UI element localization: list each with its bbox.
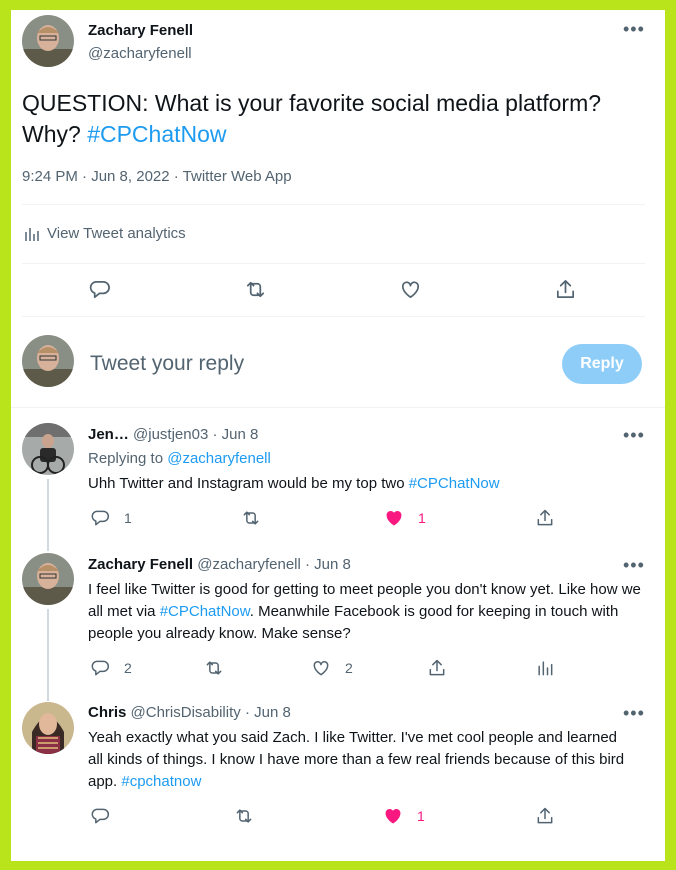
share-button[interactable]	[554, 278, 577, 301]
more-options-icon[interactable]: •••	[623, 556, 645, 574]
like-count: 1	[417, 808, 425, 824]
retweet-icon	[206, 661, 222, 675]
heart-icon	[401, 281, 420, 299]
retweet-icon	[243, 511, 259, 525]
reply-text: Yeah exactly what you said Zach. I like …	[88, 727, 628, 793]
reply-count: 2	[124, 660, 132, 676]
avatar[interactable]	[22, 423, 74, 475]
retweet-icon	[236, 809, 252, 823]
share-icon	[556, 280, 575, 299]
heart-filled-icon	[385, 808, 401, 824]
like-button[interactable]: 1	[383, 806, 425, 826]
reply-date[interactable]: · Jun 8	[245, 704, 291, 721]
author-handle[interactable]: @zacharyfenell	[88, 45, 192, 62]
retweet-button[interactable]	[234, 806, 254, 826]
analytics-label: View Tweet analytics	[47, 225, 186, 242]
reply-date[interactable]: · Jun 8	[212, 426, 258, 443]
avatar[interactable]	[22, 335, 74, 387]
share-icon	[429, 659, 445, 676]
avatar[interactable]	[22, 702, 74, 754]
divider	[22, 263, 645, 264]
tweet-thread-frame: Zachary Fenell @zacharyfenell ••• QUESTI…	[11, 10, 665, 861]
retweet-icon	[246, 281, 265, 298]
share-button[interactable]	[535, 508, 555, 528]
reply-button[interactable]	[88, 278, 111, 301]
mention-link[interactable]: @zacharyfenell	[167, 450, 271, 467]
reply-icon	[91, 510, 110, 526]
tweet-text: QUESTION: What is your favorite social m…	[22, 88, 642, 150]
view-analytics-link[interactable]: View Tweet analytics	[24, 225, 186, 242]
reply-date[interactable]: · Jun 8	[305, 556, 351, 573]
retweet-button[interactable]	[204, 658, 224, 678]
reply-handle[interactable]: @ChrisDisability	[131, 704, 241, 721]
avatar[interactable]	[22, 15, 74, 67]
more-options-icon[interactable]: •••	[623, 20, 645, 38]
reply-count: 1	[124, 510, 132, 526]
hashtag-link[interactable]: #CPChatNow	[409, 475, 500, 492]
replying-to-prefix: Replying to	[88, 450, 168, 467]
reply-header: Zachary Fenell @zacharyfenell · Jun 8	[88, 556, 351, 573]
reply-icon	[91, 660, 110, 676]
divider	[22, 204, 645, 205]
more-options-icon[interactable]: •••	[623, 426, 645, 444]
like-button[interactable]: 1	[384, 508, 426, 528]
divider	[11, 407, 665, 408]
thread-line	[47, 609, 49, 701]
analytics-icon	[25, 227, 39, 241]
reply-text-body: Uhh Twitter and Instagram would be my to…	[88, 475, 409, 492]
hashtag-link[interactable]: #cpchatnow	[121, 773, 201, 790]
heart-filled-icon	[386, 510, 402, 526]
author-display-name[interactable]: Zachary Fenell	[88, 22, 193, 39]
reply-submit-button[interactable]: Reply	[562, 344, 642, 384]
reply-header: Chris @ChrisDisability · Jun 8	[88, 704, 291, 721]
like-button[interactable]: 2	[311, 658, 353, 678]
share-button[interactable]	[535, 806, 555, 826]
share-icon	[537, 509, 553, 526]
reply-display-name[interactable]: Chris	[88, 704, 126, 721]
retweet-button[interactable]	[244, 278, 267, 301]
tweet-timestamp[interactable]: 9:24 PM · Jun 8, 2022 · Twitter Web App	[22, 168, 292, 185]
share-button[interactable]	[427, 658, 447, 678]
reply-button[interactable]: 2	[90, 658, 132, 678]
analytics-icon	[538, 661, 553, 676]
reply-handle[interactable]: @zacharyfenell	[197, 556, 301, 573]
reply-text: I feel like Twitter is good for getting …	[88, 579, 646, 645]
reply-handle[interactable]: @justjen03	[133, 426, 208, 443]
share-icon	[537, 807, 553, 824]
heart-icon	[313, 660, 329, 676]
thread-line	[47, 479, 49, 551]
hashtag-link[interactable]: #CPChatNow	[160, 603, 250, 620]
reply-display-name[interactable]: Jen…	[88, 426, 129, 443]
reply-button[interactable]: 1	[90, 508, 132, 528]
more-options-icon[interactable]: •••	[623, 704, 645, 722]
reply-text: Uhh Twitter and Instagram would be my to…	[88, 473, 638, 495]
like-button[interactable]	[399, 278, 422, 301]
reply-icon	[91, 808, 110, 824]
reply-button[interactable]	[90, 806, 110, 826]
reply-icon	[89, 280, 110, 299]
avatar[interactable]	[22, 553, 74, 605]
reply-header: Jen… @justjen03 · Jun 8	[88, 426, 258, 443]
like-count: 2	[345, 660, 353, 676]
reply-display-name[interactable]: Zachary Fenell	[88, 556, 193, 573]
retweet-button[interactable]	[241, 508, 261, 528]
reply-input[interactable]: Tweet your reply	[90, 352, 244, 376]
divider	[22, 316, 645, 317]
hashtag-link[interactable]: #CPChatNow	[87, 121, 226, 147]
replying-to: Replying to @zacharyfenell	[88, 450, 271, 467]
analytics-button[interactable]	[535, 658, 555, 678]
like-count: 1	[418, 510, 426, 526]
